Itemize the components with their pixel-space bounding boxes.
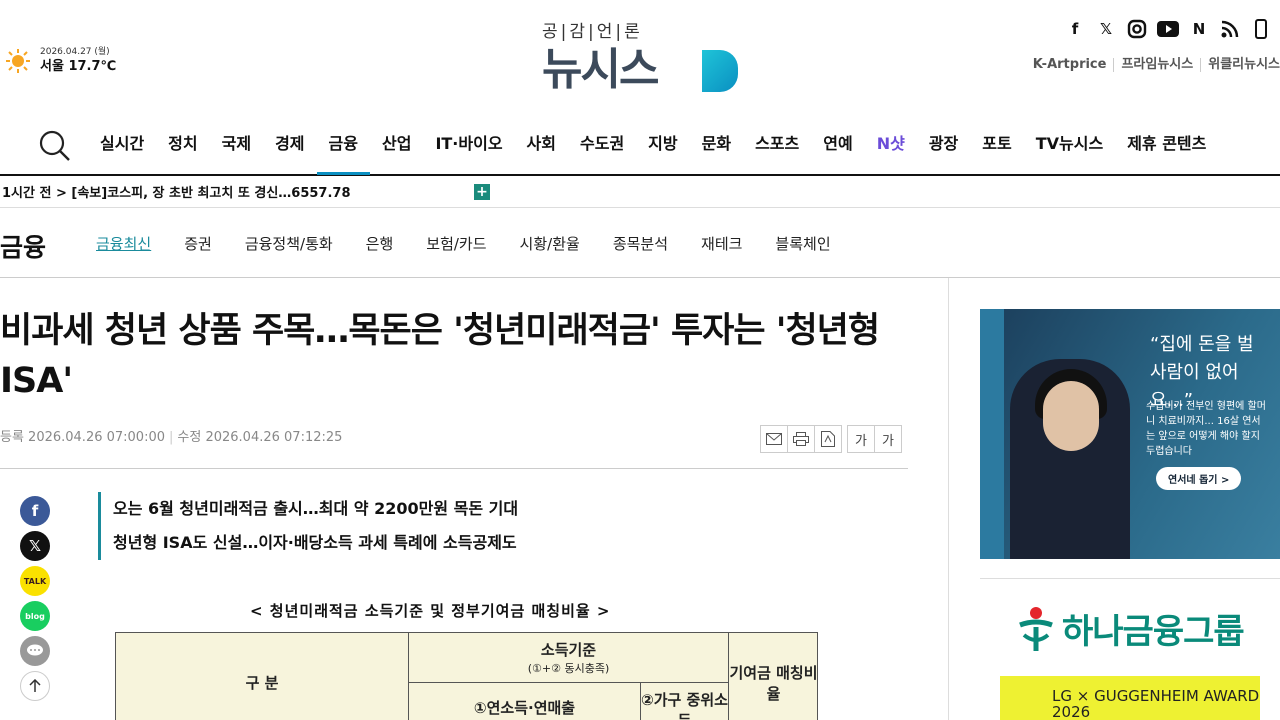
nav-item-nshot[interactable]: N샷 bbox=[865, 133, 917, 175]
scroll-top-icon[interactable] bbox=[20, 671, 50, 701]
subnav-item-bank[interactable]: 은행 bbox=[354, 233, 407, 254]
search-icon[interactable] bbox=[38, 129, 72, 163]
subnav-item-market[interactable]: 시황/환율 bbox=[508, 233, 593, 254]
divider bbox=[0, 468, 908, 469]
nav-item-sports[interactable]: 스포츠 bbox=[743, 133, 811, 175]
section-subnav: 금융 금융최신 증권 금융정책/통화 은행 보험/카드 시황/환율 종목분석 재… bbox=[0, 208, 1280, 278]
table-header-rate: 기여금 매칭비율 bbox=[729, 633, 818, 720]
link-k-artprice[interactable]: K-Artprice bbox=[1026, 58, 1115, 72]
mobile-icon[interactable] bbox=[1250, 18, 1272, 40]
site-logo[interactable]: 공|감|언|론 뉴시스 bbox=[542, 22, 742, 98]
weather-widget: 2026.04.27 (월) 서울 17.7℃ bbox=[6, 46, 116, 76]
email-icon[interactable] bbox=[760, 425, 788, 453]
table-header-category: 구 분 bbox=[116, 633, 409, 720]
ad-lg-guggenheim[interactable]: LG × GUGGENHEIM AWARD 2026 bbox=[1000, 676, 1260, 720]
nav-item-entertainment[interactable]: 연예 bbox=[811, 133, 864, 175]
breaking-news-bar: 1시간 전 > [속보]코스피, 장 초반 최고치 또 경신…6557.78 + bbox=[0, 176, 1280, 208]
subnav-item-insurance[interactable]: 보험/카드 bbox=[414, 233, 499, 254]
nav-item-politics[interactable]: 정치 bbox=[156, 133, 209, 175]
summary-line: 청년형 ISA도 신설…이자·배당소득 과세 특례에 소득공제도 bbox=[113, 533, 517, 552]
font-size-down-button[interactable]: 가 bbox=[847, 425, 875, 453]
hana-text: 하나금융그룹 bbox=[1062, 612, 1245, 652]
naver-icon[interactable]: N bbox=[1188, 18, 1210, 40]
top-links: K-Artprice 프라임뉴시스 위클리뉴시스 bbox=[1026, 58, 1280, 72]
subnav-item-securities[interactable]: 증권 bbox=[172, 233, 225, 254]
column-divider bbox=[948, 278, 949, 720]
page: 2026.04.27 (월) 서울 17.7℃ 공|감|언|론 뉴시스 f 𝕏 … bbox=[0, 0, 1280, 720]
nav-item-regional[interactable]: 지방 bbox=[636, 133, 689, 175]
subnav-item-stock-analysis[interactable]: 종목분석 bbox=[601, 233, 681, 254]
youtube-icon[interactable] bbox=[1157, 18, 1179, 40]
table-header-income2: ②가구 중위소득 bbox=[641, 683, 729, 720]
share-bar: f 𝕏 TALK blog bbox=[20, 496, 50, 701]
nav-item-industry[interactable]: 산업 bbox=[370, 133, 423, 175]
weather-temp: 서울 17.7℃ bbox=[40, 59, 117, 74]
breaking-news-link[interactable]: 1시간 전 > [속보]코스피, 장 초반 최고치 또 경신…6557.78 bbox=[2, 182, 474, 201]
font-size-up-button[interactable]: 가 bbox=[874, 425, 902, 453]
nav-item-plaza[interactable]: 광장 bbox=[917, 133, 970, 175]
modified-time: 수정 2026.04.26 07:12:25 bbox=[177, 430, 343, 445]
article-table-image: 구 분 소득기준(①+② 동시충족) ①연소득·연매출 ②가구 중위소득 기여금… bbox=[115, 632, 818, 720]
subnav-item-finance-tech[interactable]: 재테크 bbox=[689, 233, 755, 254]
article-tools: 가 가 bbox=[760, 425, 902, 453]
ad-donate-button[interactable]: 연서네 돕기 > bbox=[1156, 467, 1242, 490]
logo-name: 뉴시스 bbox=[542, 44, 659, 95]
ad-banner-charity[interactable]: “집에 돈을 벌 사람이 없어요...” 수급비가 전부인 형편에 할머니 치료… bbox=[980, 309, 1280, 559]
nav-item-finance[interactable]: 금융 bbox=[316, 133, 370, 175]
table-header-income1: ①연소득·연매출 bbox=[409, 683, 641, 720]
subnav-item-policy[interactable]: 금융정책/통화 bbox=[233, 233, 346, 254]
article-summary: 오는 6월 청년미래적금 출시…최대 약 2200만원 목돈 기대 청년형 IS… bbox=[98, 492, 518, 560]
plus-icon[interactable]: + bbox=[474, 183, 490, 200]
instagram-icon[interactable] bbox=[1126, 18, 1148, 40]
ad-divider bbox=[980, 578, 1280, 579]
x-icon[interactable]: 𝕏 bbox=[1095, 18, 1117, 40]
sun-icon bbox=[6, 49, 30, 73]
table-header-income: 소득기준 (①+② 동시충족) bbox=[409, 633, 729, 683]
comment-icon[interactable] bbox=[20, 636, 50, 666]
article-meta: 등록 2026.04.26 07:00:00 | 수정 2026.04.26 07:… bbox=[0, 430, 343, 445]
print-icon[interactable] bbox=[787, 425, 815, 453]
nav-item-capital-area[interactable]: 수도권 bbox=[568, 133, 636, 175]
social-icons: f 𝕏 N bbox=[1064, 18, 1272, 40]
pdf-icon[interactable] bbox=[814, 425, 842, 453]
facebook-icon[interactable]: f bbox=[1064, 18, 1086, 40]
main-nav: 실시간 정치 국제 경제 금융 산업 IT·바이오 사회 수도권 지방 문화 스… bbox=[0, 114, 1280, 176]
nav-item-photo[interactable]: 포토 bbox=[970, 133, 1023, 175]
link-prime-newsis[interactable]: 프라임뉴시스 bbox=[1114, 58, 1202, 72]
nav-item-economy[interactable]: 경제 bbox=[263, 133, 316, 175]
registered-time: 등록 2026.04.26 07:00:00 bbox=[0, 430, 166, 445]
subnav-item-latest[interactable]: 금융최신 bbox=[84, 233, 164, 254]
section-title: 금융 bbox=[0, 233, 47, 262]
weather-date: 2026.04.27 (월) bbox=[40, 47, 110, 57]
blog-share-icon[interactable]: blog bbox=[20, 601, 50, 631]
link-weekly-newsis[interactable]: 위클리뉴시스 bbox=[1201, 58, 1280, 72]
nav-item-realtime[interactable]: 실시간 bbox=[88, 133, 156, 175]
nav-item-it-bio[interactable]: IT·바이오 bbox=[423, 133, 514, 175]
logo-tagline: 공|감|언|론 bbox=[542, 22, 643, 42]
article-title: 비과세 청년 상품 주목…목돈은 '청년미래적금' 투자는 '청년형 ISA' bbox=[0, 311, 880, 401]
nav-item-tv[interactable]: TV뉴시스 bbox=[1024, 133, 1115, 175]
x-share-icon[interactable]: 𝕏 bbox=[20, 531, 50, 561]
hana-logo-icon bbox=[1016, 605, 1056, 653]
nav-item-world[interactable]: 국제 bbox=[210, 133, 263, 175]
logo-mark bbox=[702, 50, 738, 92]
nav-item-partner[interactable]: 제휴 콘텐츠 bbox=[1115, 133, 1218, 175]
facebook-share-icon[interactable]: f bbox=[20, 496, 50, 526]
ad-subtext: 수급비가 전부인 형편에 할머니 치료비까지... 16살 연서는 앞으로 어떻… bbox=[1146, 401, 1266, 457]
subnav-item-blockchain[interactable]: 블록체인 bbox=[763, 233, 843, 254]
nav-item-culture[interactable]: 문화 bbox=[690, 133, 743, 175]
summary-line: 오는 6월 청년미래적금 출시…최대 약 2200만원 목돈 기대 bbox=[113, 499, 519, 518]
lg-ad-text: LG × GUGGENHEIM AWARD 2026 bbox=[1052, 687, 1260, 720]
table-caption: < 청년미래적금 소득기준 및 정부기여금 매칭비율 > bbox=[250, 602, 611, 620]
ad-hana-financial[interactable]: 하나금융그룹 bbox=[1016, 604, 1245, 653]
nav-item-society[interactable]: 사회 bbox=[515, 133, 568, 175]
rss-icon[interactable] bbox=[1219, 18, 1241, 40]
kakaotalk-share-icon[interactable]: TALK bbox=[20, 566, 50, 596]
